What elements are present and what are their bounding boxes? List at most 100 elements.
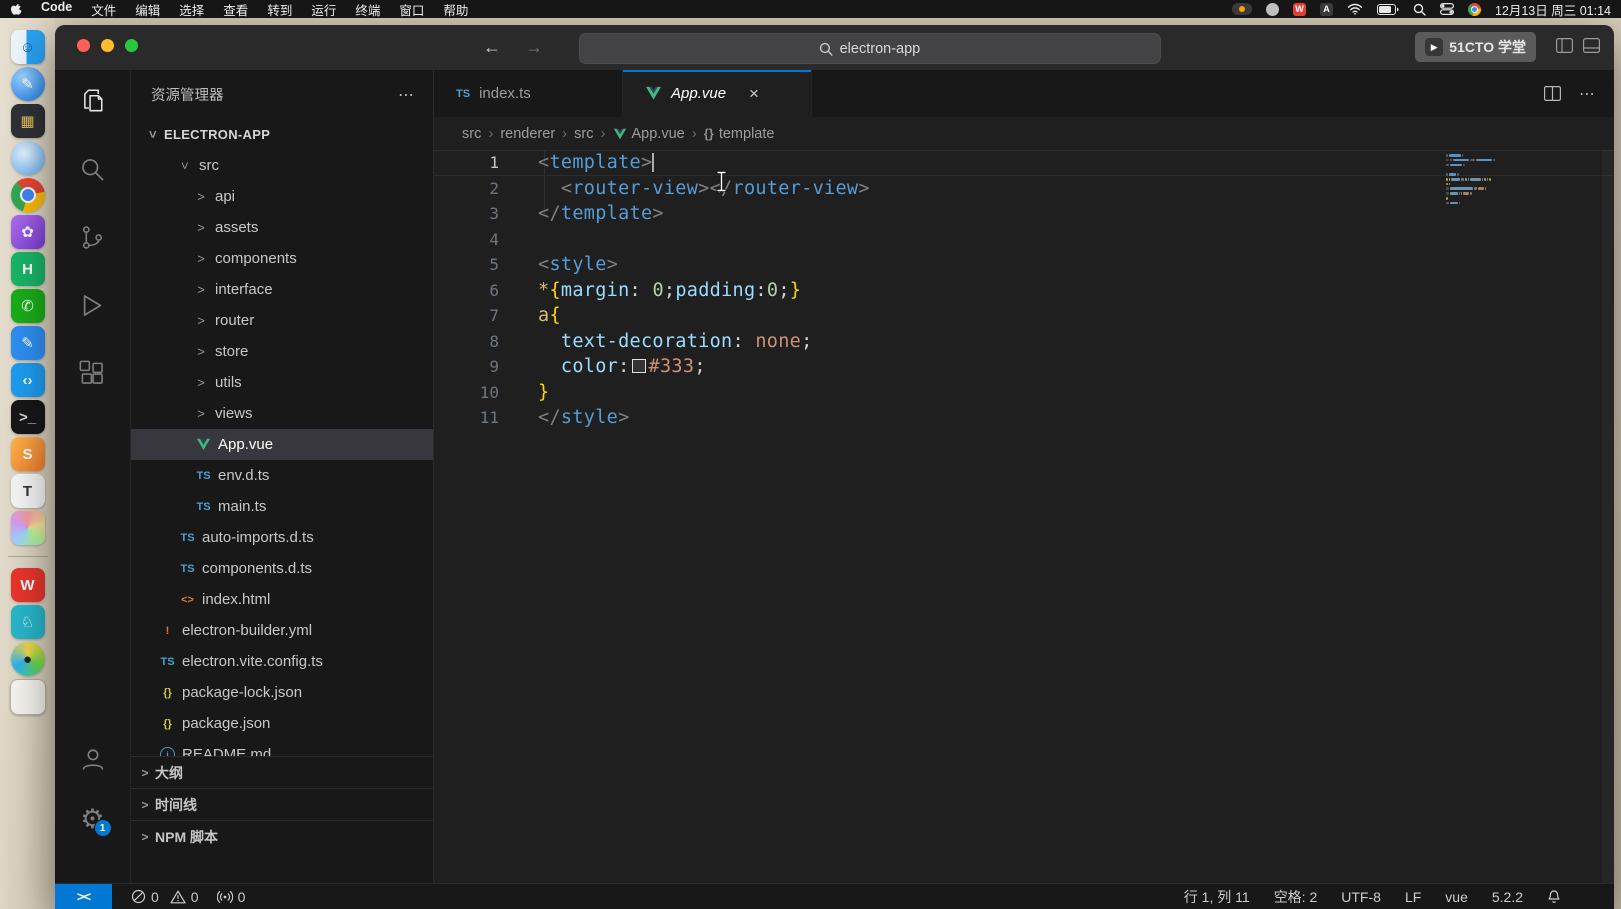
tree-item-views[interactable]: >views [131,398,433,429]
dock-icon-app-orange[interactable]: S [11,437,45,471]
extensions-icon[interactable] [78,358,108,388]
dock-icon-terminal[interactable]: >_ [11,400,45,434]
dock-icon-finder[interactable]: ☺ [11,30,45,64]
code-line-2[interactable]: 2 <router-view></router-view> [434,176,1614,202]
navigate-back-button[interactable]: ← [483,37,501,58]
close-window-button[interactable] [77,39,90,52]
tree-item-auto-imports.d.ts[interactable]: TSauto-imports.d.ts [131,522,433,553]
code-editor[interactable]: 1<template>2 <router-view></router-view>… [434,150,1614,884]
breadcrumb-item-renderer[interactable]: renderer [500,126,555,142]
meet-status-icon[interactable] [1266,3,1279,16]
code-line-11[interactable]: 11</style> [434,405,1614,431]
screen-record-indicator-icon[interactable] [1232,3,1252,15]
menubar-item-运行[interactable]: 运行 [311,0,336,19]
minimize-window-button[interactable] [101,39,114,52]
tree-item-package-lock.json[interactable]: {}package-lock.json [131,677,433,708]
chrome-menubar-icon[interactable] [1468,3,1481,16]
breadcrumb-item-src[interactable]: src [462,126,481,142]
settings-icon[interactable]: ⚙1 [78,804,108,834]
wifi-icon[interactable] [1347,2,1363,16]
dock-icon-app-purple[interactable]: ✿ [11,215,45,249]
input-method-icon[interactable]: A [1320,3,1333,16]
status-eol[interactable]: LF [1396,889,1430,905]
close-tab-icon[interactable]: × [749,84,759,104]
tab-App.vue[interactable]: App.vue× [623,70,812,117]
tree-item-main.ts[interactable]: TSmain.ts [131,491,433,522]
status-language-mode[interactable]: vue [1436,889,1477,905]
explorer-icon[interactable] [78,86,108,116]
command-center-search[interactable]: electron-app [578,33,1160,64]
dock-icon-wps[interactable]: W [11,568,45,602]
tree-item-env.d.ts[interactable]: TSenv.d.ts [131,460,433,491]
dock-icon-app-light-blue[interactable] [11,141,45,175]
tab-index.ts[interactable]: TSindex.ts× [434,70,623,117]
editor-more-actions-icon[interactable]: ⋯ [1579,84,1596,104]
menubar-item-选择[interactable]: 选择 [179,0,204,19]
code-line-9[interactable]: 9 color:#333; [434,354,1614,380]
menubar-item-编辑[interactable]: 编辑 [135,0,160,19]
control-center-icon[interactable] [1440,2,1454,16]
status-cursor-position[interactable]: 行 1, 列 11 [1175,887,1259,907]
customize-layout-icon[interactable] [1583,38,1600,53]
tree-item-store[interactable]: >store [131,336,433,367]
tree-item-components.d.ts[interactable]: TScomponents.d.ts [131,553,433,584]
dock-icon-chrome[interactable] [11,178,45,212]
status-encoding[interactable]: UTF-8 [1332,889,1390,905]
notifications-bell-icon[interactable] [1546,889,1562,905]
status-indentation[interactable]: 空格: 2 [1265,887,1327,907]
tree-item-router[interactable]: >router [131,305,433,336]
dock-icon-typora[interactable]: T [11,474,45,508]
dock-icon-app-blue-pencil[interactable]: ✎ [11,326,45,360]
tree-root-electron-app[interactable]: >ELECTRON-APP [131,119,433,150]
ports-indicator[interactable]: 0 [208,889,255,905]
accounts-icon[interactable] [78,744,108,774]
tree-item-components[interactable]: >components [131,243,433,274]
problems-indicator[interactable]: 0 0 [122,889,208,905]
tree-item-src[interactable]: >src [131,150,433,181]
tree-item-index.html[interactable]: <>index.html [131,584,433,615]
code-line-7[interactable]: 7a{ [434,303,1614,329]
color-swatch[interactable] [632,359,646,373]
sidebar-section-时间线[interactable]: >时间线 [131,788,433,820]
tree-item-README.md[interactable]: iREADME.md [131,739,433,756]
wps-menubar-icon[interactable]: W [1293,3,1306,16]
tree-item-utils[interactable]: >utils [131,367,433,398]
tree-item-package.json[interactable]: {}package.json [131,708,433,739]
code-line-1[interactable]: 1<template> [434,150,1614,176]
split-editor-icon[interactable] [1544,86,1561,101]
code-line-10[interactable]: 10} [434,380,1614,406]
dock-icon-wechat[interactable]: ✆ [11,289,45,323]
battery-icon[interactable] [1377,2,1399,16]
tree-item-api[interactable]: >api [131,181,433,212]
editor-scrollbar[interactable] [1602,150,1614,884]
code-line-8[interactable]: 8 text-decoration: none; [434,329,1614,355]
code-line-6[interactable]: 6*{margin: 0;padding:0;} [434,278,1614,304]
navigate-forward-button[interactable]: → [525,37,543,58]
tree-item-electron.vite.config.ts[interactable]: TSelectron.vite.config.ts [131,646,433,677]
status-version[interactable]: 5.2.2 [1483,889,1532,905]
dock-icon-launchpad[interactable]: ▦ [11,104,45,138]
tree-item-electron-builder.yml[interactable]: !electron-builder.yml [131,615,433,646]
remote-indicator[interactable]: >< [55,884,112,909]
layout-panel-icon[interactable] [1556,38,1573,53]
breadcrumb-item-template[interactable]: {}template [704,126,775,142]
run-debug-icon[interactable] [78,290,108,320]
dock-icon-paint-app[interactable] [11,511,45,545]
dock-icon-trash[interactable] [10,679,46,715]
menubar-item-窗口[interactable]: 窗口 [399,0,424,19]
spotlight-icon[interactable] [1413,2,1426,16]
explorer-more-actions-icon[interactable]: ⋯ [398,85,415,105]
tree-item-App.vue[interactable]: App.vue [131,429,433,460]
apple-logo-icon[interactable] [10,2,22,16]
source-control-icon[interactable] [78,222,108,252]
dock-icon-hbuilder[interactable]: H [11,252,45,286]
zoom-window-button[interactable] [125,39,138,52]
search-icon[interactable] [78,154,108,184]
minimap[interactable] [1446,154,1538,204]
menubar-item-文件[interactable]: 文件 [91,0,116,19]
code-line-3[interactable]: 3</template> [434,201,1614,227]
sidebar-section-NPM 脚本[interactable]: >NPM 脚本 [131,820,433,852]
menubar-item-Code[interactable]: Code [41,0,72,19]
menubar-item-查看[interactable]: 查看 [223,0,248,19]
dock-icon-app-teal[interactable]: ♘ [11,605,45,639]
